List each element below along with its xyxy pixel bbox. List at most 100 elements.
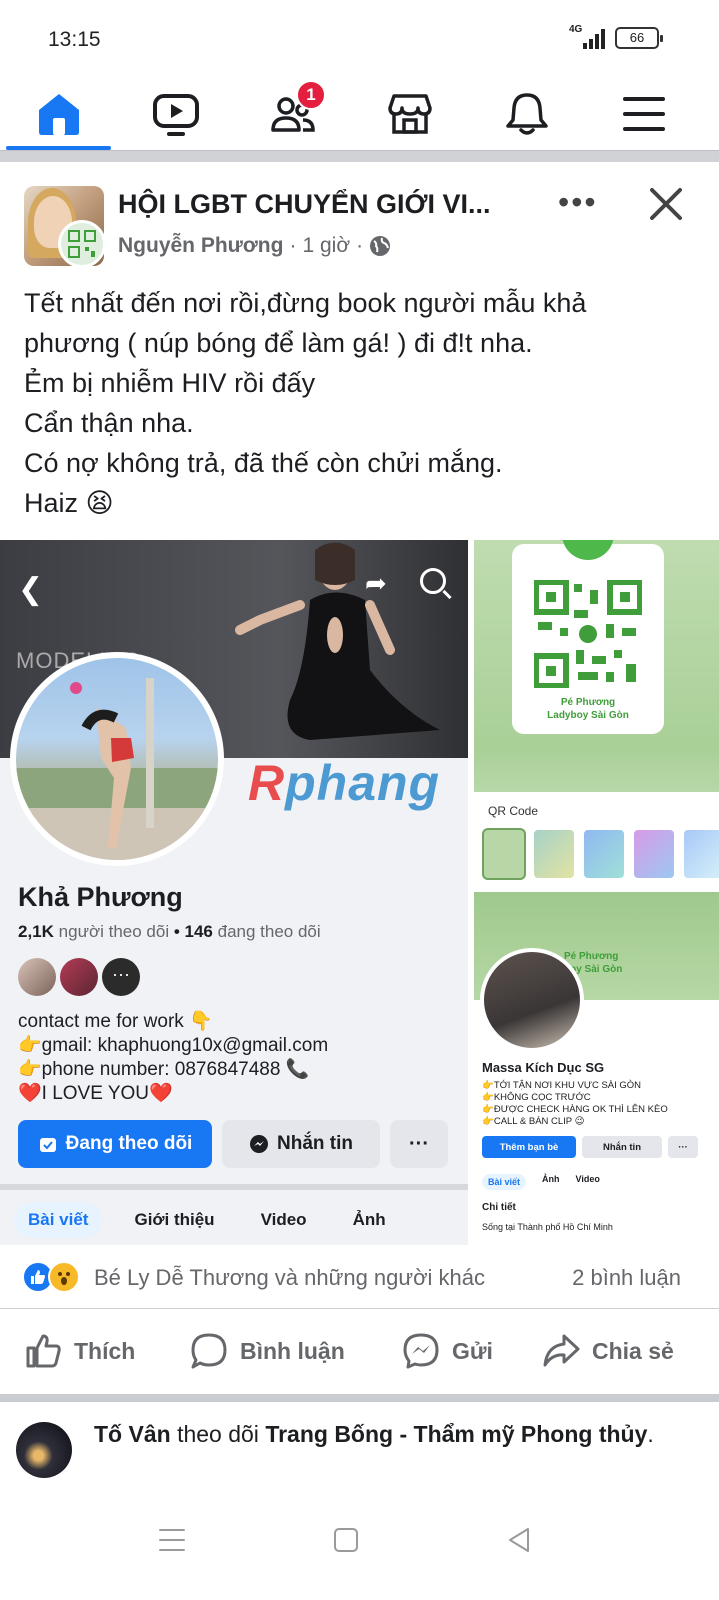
profile2-buttons: Thêm bạn bè Nhắn tin ··· (482, 1136, 698, 1158)
bio-line: 👉gmail: khaphuong10x@gmail.com (18, 1035, 329, 1056)
more-button-small: ··· (668, 1136, 698, 1158)
next-story-verb: theo dõi (177, 1421, 259, 1447)
like-button[interactable]: Thích (24, 1332, 135, 1370)
next-story-text: Tố Vân theo dõi Trang Bống - Thẩm mỹ Pho… (94, 1416, 694, 1452)
qr-caption-line: Ladyboy Sài Gòn (547, 710, 629, 721)
tab-video-small: Video (575, 1174, 600, 1184)
comment-button[interactable]: Bình luận (190, 1332, 345, 1370)
status-bar: 13:15 4G 66 (0, 0, 719, 78)
qr-panel-title: QR Code (488, 804, 539, 818)
photo-qr-screenshot[interactable]: Pé Phương Ladyboy Sài Gòn QR Code (474, 540, 719, 888)
stats-dot: • (173, 922, 180, 941)
next-story-end: . (647, 1421, 654, 1447)
like-icon (26, 1334, 61, 1368)
bio-line: contact me for work 👇 (18, 1011, 213, 1032)
post-author[interactable]: Nguyễn Phương (118, 234, 283, 258)
top-nav: 1 (0, 78, 719, 150)
profile2-avatar (480, 948, 584, 1052)
nav-friends[interactable]: 1 (234, 78, 351, 150)
home-system-button[interactable] (332, 1526, 360, 1559)
bio-line: ❤️I LOVE YOU❤️ (18, 1083, 173, 1104)
close-button[interactable] (646, 184, 686, 224)
followers-count: 2,1K (18, 922, 54, 941)
watermark-logo: Rphang (248, 754, 440, 812)
store-icon (387, 94, 432, 134)
system-nav-bar (0, 1498, 719, 1600)
profile2-bio: 👉TỚI TẬN NƠI KHU VỰC SÀI GÒN 👉KHÔNG CỌC … (482, 1080, 668, 1128)
post-actions: Thích Bình luận Gửi Chia sẻ (0, 1310, 719, 1394)
tab-video: Video (260, 1210, 307, 1229)
more-options-button[interactable]: ••• (558, 186, 598, 218)
video-icon (152, 94, 199, 136)
nav-watch[interactable] (117, 78, 234, 150)
nav-notifications[interactable] (468, 78, 585, 150)
tab-posts: Bài viết (14, 1202, 103, 1238)
following-label-btn: Đang theo dõi (65, 1133, 193, 1154)
next-story[interactable]: Tố Vân theo dõi Trang Bống - Thẩm mỹ Pho… (0, 1402, 719, 1498)
nav-home[interactable] (0, 78, 117, 150)
group-title[interactable]: HỘI LGBT CHUYỂN GIỚI VI... (118, 189, 491, 220)
share-button[interactable]: Chia sẻ (542, 1332, 674, 1370)
cover-line: Pé Phương (564, 951, 619, 962)
reaction-icons (22, 1261, 80, 1293)
nav-marketplace[interactable] (351, 78, 468, 150)
photo-profile-screenshot[interactable]: MODELING ❮ ➦ Rphang Khả Phương 2,1K ngườ… (0, 540, 468, 1245)
nav-menu[interactable] (585, 78, 702, 150)
send-label: Gửi (452, 1337, 493, 1364)
messenger-icon (403, 1333, 439, 1369)
watermark-text: phang (285, 755, 441, 811)
profile-picture (10, 652, 224, 866)
bio-line: 👉phone number: 0876847488 📞 (18, 1059, 310, 1080)
qr-themes (482, 828, 719, 880)
status-time: 13:15 (48, 28, 101, 51)
comment-label: Bình luận (240, 1337, 345, 1364)
next-story-target[interactable]: Trang Bống - Thẩm mỹ Phong thủy (265, 1421, 647, 1447)
profile-tabs: Bài viết Giới thiệu Video Ảnh (14, 1202, 400, 1238)
following-count: 146 (184, 922, 213, 941)
reactions-text[interactable]: Bé Ly Dễ Thương và những người khác (94, 1265, 485, 1291)
next-story-avatar[interactable] (16, 1422, 72, 1478)
author-avatar[interactable] (58, 220, 106, 268)
home-icon (38, 94, 79, 135)
comment-icon (191, 1333, 227, 1369)
photo-collage[interactable]: MODELING ❮ ➦ Rphang Khả Phương 2,1K ngườ… (0, 540, 719, 1245)
qr-caption-line: Pé Phương (560, 697, 616, 708)
profile-bio: contact me for work 👇 👉gmail: khaphuong1… (18, 1010, 328, 1106)
post-time[interactable]: 1 giờ (302, 234, 350, 258)
watermark-r: R (248, 755, 286, 811)
like-label: Thích (74, 1337, 136, 1364)
hamburger-icon (622, 97, 665, 131)
post-text-line: phương ( núp bóng để làm gá! ) đi đ!t nh… (24, 328, 533, 358)
status-indicators: 4G 66 (569, 24, 663, 49)
back-triangle-icon (509, 1528, 529, 1552)
tab-about: Giới thiệu (134, 1210, 215, 1229)
share-label: Chia sẻ (592, 1337, 674, 1364)
tab-photos-small: Ảnh (542, 1174, 560, 1184)
bio-line: 👉CALL & BÁN CLIP 😉 (482, 1116, 585, 1127)
friends-badge: 1 (296, 80, 326, 110)
profile-divider (0, 1184, 468, 1190)
send-button[interactable]: Gửi (402, 1332, 493, 1370)
back-system-button[interactable] (506, 1526, 534, 1559)
qr-panel: QR Code (474, 792, 719, 888)
share-arrow-icon: ➦ (365, 568, 387, 598)
reactions-summary[interactable]: Bé Ly Dễ Thương và những người khác 2 bì… (0, 1245, 719, 1309)
tab-photos: Ảnh (352, 1210, 386, 1229)
profile-more-button: ··· (390, 1120, 448, 1168)
messenger-icon (250, 1135, 268, 1153)
next-story-actor[interactable]: Tố Vân (94, 1421, 171, 1447)
comments-count[interactable]: 2 bình luận (572, 1265, 681, 1291)
bell-icon (505, 93, 548, 135)
close-icon (650, 188, 682, 220)
recents-button[interactable] (158, 1526, 186, 1559)
photo-profile2-screenshot[interactable]: Pé Phương boy Sài Gòn Massa Kích Dục SG … (474, 892, 719, 1245)
qr-caption: Pé Phương Ladyboy Sài Gòn (512, 696, 664, 722)
post-text-line: Ẻm bị nhiễm HIV rồi đấy (24, 368, 316, 398)
follower-avatars: ··· (18, 958, 140, 996)
message-label: Nhắn tin (277, 1133, 353, 1154)
tab-posts-small: Bài viết (482, 1174, 527, 1190)
battery-icon: 66 (615, 27, 663, 49)
nav-divider (0, 150, 719, 162)
wow-reaction-icon (48, 1261, 80, 1293)
followers-label: người theo dõi (58, 922, 170, 941)
